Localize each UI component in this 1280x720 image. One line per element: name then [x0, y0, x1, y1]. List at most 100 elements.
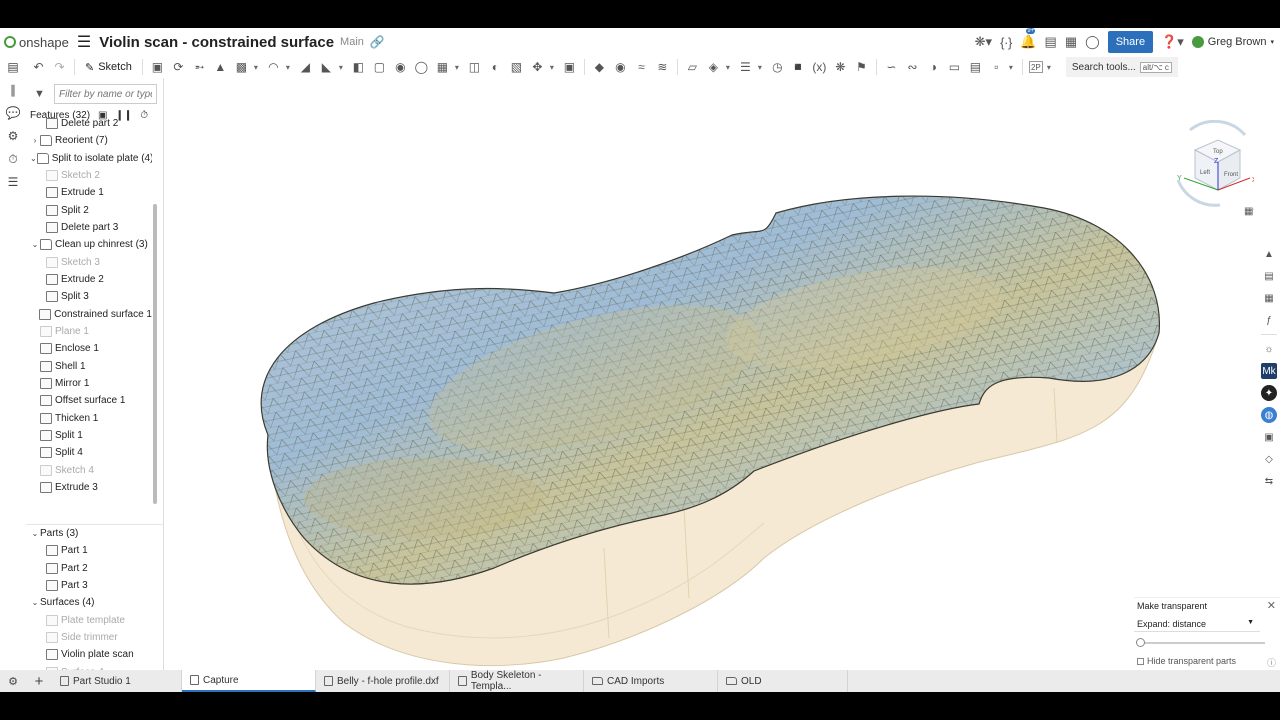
onshape-logo[interactable]: onshape — [4, 35, 69, 50]
feature-item[interactable]: Constrained surface 1 — [26, 306, 152, 323]
document-title[interactable]: Violin scan - constrained surface — [99, 34, 334, 51]
add-tab-icon[interactable]: + — [26, 670, 52, 692]
bridge-curve-icon[interactable]: ∾ — [904, 59, 921, 76]
feature-item[interactable]: Split 3 — [26, 288, 152, 305]
feature-item[interactable]: Side trimmer — [26, 629, 164, 646]
bom-icon[interactable]: ☰ — [5, 175, 21, 189]
chevron-icon[interactable]: ⌄ — [30, 598, 40, 607]
sketch-button[interactable]: ✎ Sketch — [81, 57, 136, 77]
search-tools-input[interactable]: Search tools... alt/⌥ c — [1065, 57, 1178, 77]
chevron-icon[interactable]: ⌄ — [30, 240, 40, 249]
section-icon[interactable]: ◾ — [790, 59, 807, 76]
tab-body-skeleton-templa[interactable]: Body Skeleton - Templa... — [450, 670, 584, 692]
tab-old[interactable]: OLD — [718, 670, 848, 692]
tab-cad-imports[interactable]: CAD Imports — [584, 670, 718, 692]
feature-item[interactable]: Delete part 3 — [26, 219, 152, 236]
filter-input[interactable] — [54, 84, 157, 104]
app-globe-icon[interactable]: ◍ — [1261, 407, 1277, 423]
revolve-icon[interactable]: ⟳ — [170, 59, 187, 76]
feature-item[interactable]: ⌄ Clean up chinrest (3) — [26, 236, 152, 253]
tag-icon[interactable]: ⚑ — [853, 59, 870, 76]
split-icon[interactable]: ▧ — [508, 59, 525, 76]
expand-select[interactable]: Expand: distance ▼ — [1134, 616, 1260, 632]
feature-item[interactable]: Sketch 3 — [26, 254, 152, 271]
redo-icon[interactable]: ↷ — [51, 59, 68, 76]
thicken-icon[interactable]: ▩ — [233, 59, 250, 76]
app-compass-icon[interactable]: ✦ — [1261, 385, 1277, 401]
feature-item[interactable]: Enclose 1 — [26, 340, 152, 357]
surface-icon[interactable]: ◈ — [705, 59, 722, 76]
curve-icon[interactable]: ∽ — [883, 59, 900, 76]
feature-item[interactable]: Part 1 — [26, 542, 164, 559]
replace-face-icon[interactable]: ▫ — [988, 59, 1005, 76]
shell-icon[interactable]: ▢ — [371, 59, 388, 76]
feature-item[interactable]: › Reorient (7) — [26, 132, 152, 149]
hide-transparent-checkbox-row[interactable]: Hide transparent parts — [1137, 656, 1236, 666]
chevron-down-icon[interactable]: ▾ — [550, 63, 557, 72]
fillet-icon[interactable]: ◠ — [265, 59, 282, 76]
app-mk-icon[interactable]: Mk — [1261, 363, 1277, 379]
feature-item[interactable]: Plate template — [26, 612, 164, 629]
chevron-down-icon[interactable]: ▾ — [758, 63, 765, 72]
feature-item[interactable]: Offset surface 1 — [26, 392, 152, 409]
chevron-down-icon[interactable]: ▾ — [1047, 63, 1054, 72]
feature-item[interactable]: Split 2 — [26, 202, 152, 219]
feature-item[interactable]: Extrude 3 — [26, 479, 152, 496]
boolean-icon[interactable]: ◐ — [487, 59, 504, 76]
transparency-slider-track[interactable] — [1139, 642, 1265, 644]
mate-connector-icon[interactable]: ◉ — [612, 59, 629, 76]
feature-item[interactable]: Plane 1 — [26, 323, 152, 340]
share-button[interactable]: Share — [1107, 31, 1154, 53]
offset-surface-icon[interactable]: ▤ — [967, 59, 984, 76]
feature-item[interactable]: Extrude 2 — [26, 271, 152, 288]
transparency-slider-handle[interactable] — [1136, 638, 1145, 647]
notifications-icon[interactable]: 🔔 9+ — [1020, 28, 1037, 50]
app-cube-icon[interactable]: ◇ — [1261, 451, 1277, 467]
sheet-metal-icon[interactable]: ▱ — [684, 59, 701, 76]
helix-icon[interactable]: ≈ — [633, 59, 650, 76]
app-camera-icon[interactable]: ▣ — [1261, 429, 1277, 445]
plane-icon[interactable]: ◆ — [591, 59, 608, 76]
render-studio-icon[interactable]: ☼ — [1261, 341, 1277, 357]
app-store-icon[interactable]: ▦ — [1065, 34, 1077, 50]
chevron-icon[interactable]: ⌄ — [30, 154, 37, 163]
branch-label[interactable]: Main — [340, 36, 364, 48]
loft-icon[interactable]: ▲ — [212, 59, 229, 76]
feature-item[interactable]: Thicken 1 — [26, 410, 152, 427]
view-mode-icon[interactable]: 2P — [1028, 61, 1043, 73]
feature-list-scrollbar[interactable] — [153, 204, 157, 504]
feature-item[interactable]: ⌄ Surfaces (4) — [26, 594, 164, 611]
close-icon[interactable]: ✕ — [1267, 599, 1276, 612]
bug-icon[interactable]: ❋▾ — [975, 34, 992, 50]
help-icon[interactable]: ⓘ — [1267, 656, 1276, 669]
graph-icon[interactable]: ∥ — [5, 83, 21, 97]
learning-center-icon[interactable]: ◯ — [1085, 34, 1100, 50]
feature-item[interactable]: Violin plate scan — [26, 646, 164, 663]
model-view[interactable] — [164, 78, 1254, 670]
app-arrows-icon[interactable]: ⇆ — [1261, 473, 1277, 489]
transform-icon[interactable]: ✥ — [529, 59, 546, 76]
feature-item[interactable]: ⌄ Parts (3) — [26, 525, 164, 542]
delete-part-icon[interactable]: ▣ — [561, 59, 578, 76]
chevron-down-icon[interactable]: ▾ — [726, 63, 733, 72]
view-cube[interactable]: Top Left Front X Y Z — [1170, 120, 1254, 220]
configurations-icon[interactable]: ⚙ — [5, 129, 21, 143]
mass-properties-icon[interactable]: ▦ — [1261, 290, 1277, 306]
cylinder-icon[interactable]: ◯ — [413, 59, 430, 76]
rib-icon[interactable]: ◧ — [350, 59, 367, 76]
pattern-icon[interactable]: ▦ — [434, 59, 451, 76]
appearance-icon[interactable]: ▲ — [1261, 246, 1277, 262]
link-icon[interactable]: 🔗 — [370, 35, 385, 49]
extrude-icon[interactable]: ▣ — [149, 59, 166, 76]
tab-belly-f-hole-profile-dxf[interactable]: Belly - f-hole profile.dxf — [316, 670, 450, 692]
chevron-down-icon[interactable]: ▾ — [254, 63, 261, 72]
draft-icon[interactable]: ◣ — [318, 59, 335, 76]
variables-icon[interactable]: ƒ — [1261, 312, 1277, 328]
feature-item[interactable]: Split 4 — [26, 444, 152, 461]
feature-item[interactable]: Split 1 — [26, 427, 152, 444]
sweep-icon[interactable]: ➵ — [191, 59, 208, 76]
featurescript-icon[interactable]: {∙} — [1000, 35, 1012, 50]
instances-icon[interactable]: ▤ — [1261, 268, 1277, 284]
feature-item[interactable]: Part 3 — [26, 577, 164, 594]
versions-icon[interactable]: ▤ — [1045, 34, 1057, 50]
